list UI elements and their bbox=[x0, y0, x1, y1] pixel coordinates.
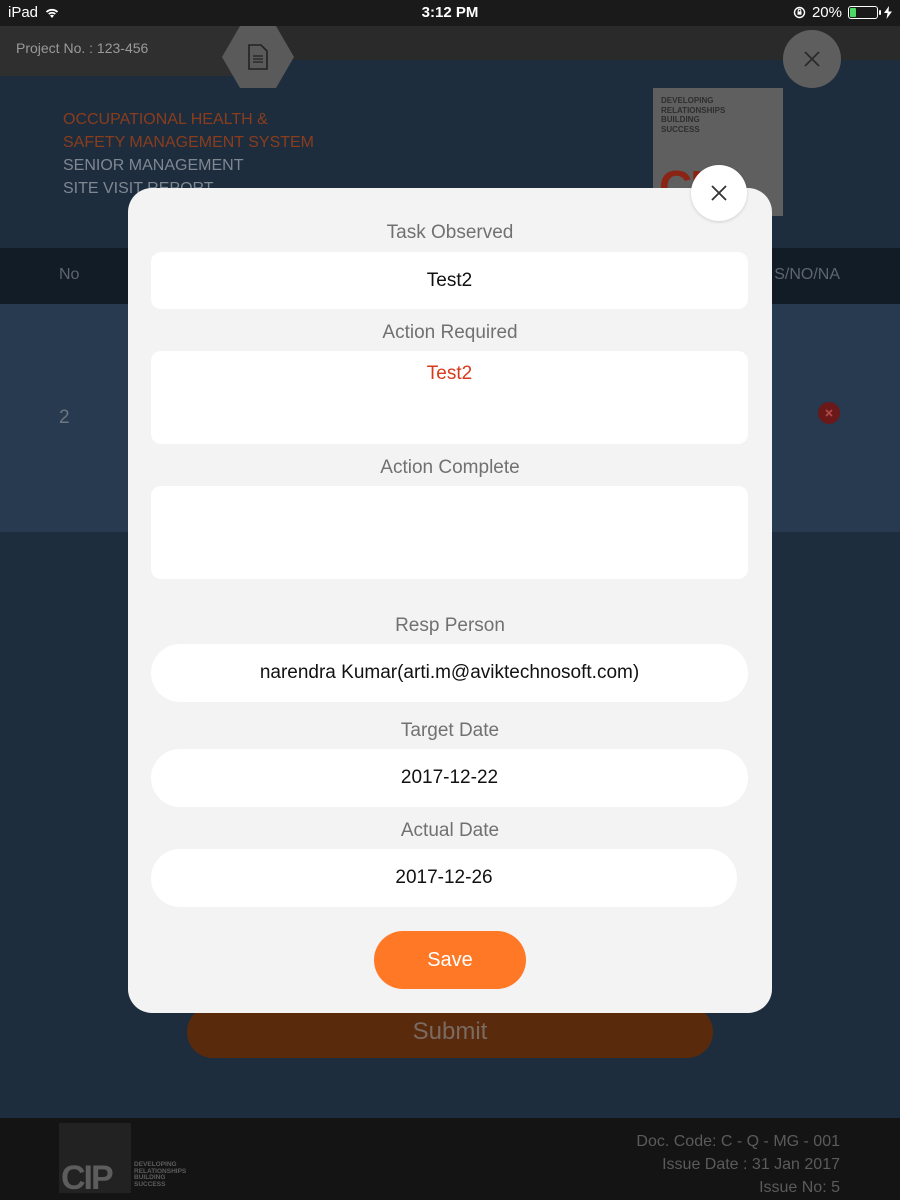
remove-row-icon[interactable] bbox=[818, 402, 840, 424]
target-date-field[interactable]: 2017-12-22 bbox=[151, 749, 748, 807]
action-required-label: Action Required bbox=[382, 322, 518, 343]
status-bar: iPad 3:12 PM 20% bbox=[0, 0, 900, 26]
title-line: SENIOR MANAGEMENT bbox=[63, 157, 244, 174]
action-required-field[interactable]: Test2 bbox=[151, 351, 748, 444]
action-complete-field[interactable] bbox=[151, 486, 748, 579]
action-complete-label: Action Complete bbox=[380, 457, 520, 478]
battery-icon bbox=[848, 6, 881, 19]
row-number: 2 bbox=[59, 407, 70, 428]
modal-close-button[interactable] bbox=[691, 165, 747, 221]
target-date-label: Target Date bbox=[400, 720, 500, 741]
doc-code: Doc. Code: C - Q - MG - 001 bbox=[636, 1133, 840, 1150]
action-edit-modal: Task Observed Test2 Action Required Test… bbox=[128, 188, 772, 1013]
column-header-no: No bbox=[59, 266, 80, 283]
title-line: SAFETY MANAGEMENT SYSTEM bbox=[63, 134, 315, 151]
report-title: OCCUPATIONAL HEALTH & SAFETY MANAGEMENT … bbox=[63, 108, 314, 200]
issue-number: Issue No: 5 bbox=[759, 1179, 840, 1196]
rotation-lock-icon bbox=[793, 6, 806, 19]
resp-person-field[interactable]: narendra Kumar(arti.m@aviktechnosoft.com… bbox=[151, 644, 748, 702]
logo-tagline: SUCCESS bbox=[661, 124, 700, 134]
title-line: OCCUPATIONAL HEALTH & bbox=[63, 111, 268, 128]
issue-date: Issue Date : 31 Jan 2017 bbox=[662, 1156, 840, 1173]
actual-date-field[interactable]: 2017-12-26 bbox=[151, 849, 737, 907]
logo-tagline: RELATIONSHIPS bbox=[661, 105, 726, 115]
close-icon bbox=[804, 51, 820, 67]
task-observed-label: Task Observed bbox=[386, 222, 514, 243]
logo-tagline: BUILDING bbox=[661, 115, 700, 124]
footer-logo-text: CIP bbox=[61, 1159, 114, 1197]
footer-tagline-line: SUCCESS bbox=[134, 1180, 166, 1188]
charging-bolt-icon bbox=[884, 6, 892, 19]
footer-tagline: DEVELOPING RELATIONSHIPS BUILDING SUCCES… bbox=[134, 1161, 186, 1188]
resp-person-label: Resp Person bbox=[395, 615, 505, 636]
actual-date-label: Actual Date bbox=[400, 820, 500, 841]
status-time: 3:12 PM bbox=[421, 4, 479, 21]
close-icon bbox=[825, 409, 833, 417]
submit-button[interactable]: Submit bbox=[187, 1006, 713, 1058]
close-icon bbox=[711, 185, 727, 201]
document-icon bbox=[248, 44, 268, 70]
footer: CIP DEVELOPING RELATIONSHIPS BUILDING SU… bbox=[0, 1118, 900, 1200]
task-observed-field[interactable]: Test2 bbox=[151, 252, 748, 309]
page-close-button[interactable] bbox=[783, 30, 841, 88]
logo-tagline: DEVELOPING bbox=[661, 96, 714, 105]
column-header-status: S/NO/NA bbox=[774, 266, 840, 283]
save-button[interactable]: Save bbox=[374, 931, 526, 989]
footer-logo: CIP bbox=[59, 1123, 131, 1197]
document-info: Doc. Code: C - Q - MG - 001 Issue Date :… bbox=[636, 1130, 840, 1199]
battery-percent: 20% bbox=[811, 4, 842, 21]
